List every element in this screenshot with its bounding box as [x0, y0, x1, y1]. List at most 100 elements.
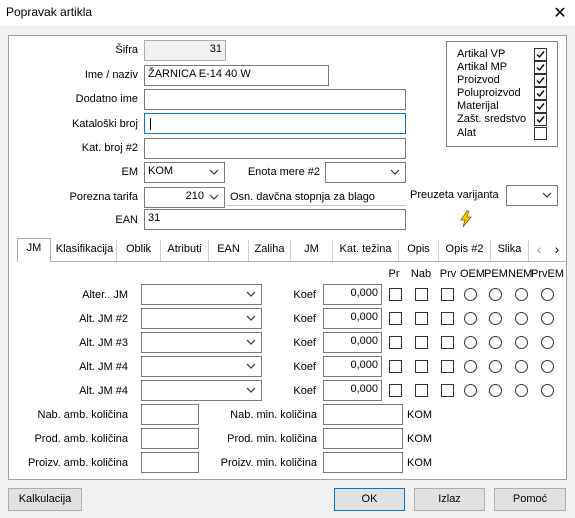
- checkbox[interactable]: [534, 87, 547, 100]
- flag-alat[interactable]: Alat: [457, 127, 547, 140]
- pem-radio[interactable]: [489, 312, 502, 325]
- tab-scroll-right-icon[interactable]: ›: [549, 240, 565, 261]
- jm-unit-select[interactable]: [141, 308, 262, 329]
- enota2-select[interactable]: [325, 162, 406, 183]
- proizv-amb-field[interactable]: [141, 452, 199, 473]
- flag-poluproizvod[interactable]: Poluproizvod: [457, 87, 547, 100]
- tab-ean[interactable]: EAN: [209, 240, 249, 261]
- nem-radio[interactable]: [515, 360, 528, 373]
- tab-kat-tezina[interactable]: Kat. težina: [333, 240, 399, 261]
- dodatno-ime-field[interactable]: [144, 89, 406, 110]
- window-title: Popravak artikla: [6, 5, 93, 19]
- nem-radio[interactable]: [515, 288, 528, 301]
- flag-zast-sredstvo[interactable]: Zašt. sredstvo: [457, 113, 547, 126]
- tab-jm[interactable]: JM: [17, 238, 51, 262]
- koef-field[interactable]: 0,000: [323, 332, 382, 353]
- pr-checkbox[interactable]: [389, 360, 402, 373]
- prod-min-field[interactable]: [323, 428, 403, 449]
- pem-radio[interactable]: [489, 360, 502, 373]
- checkbox[interactable]: [534, 100, 547, 113]
- checkbox[interactable]: [534, 127, 547, 140]
- koef-field[interactable]: 0,000: [323, 308, 382, 329]
- oem-radio[interactable]: [464, 384, 477, 397]
- pr-checkbox[interactable]: [389, 384, 402, 397]
- izlaz-button[interactable]: Izlaz: [414, 488, 485, 511]
- nem-radio[interactable]: [515, 336, 528, 349]
- pr-checkbox[interactable]: [389, 288, 402, 301]
- prvem-radio[interactable]: [541, 384, 554, 397]
- nab-amb-field[interactable]: [141, 404, 199, 425]
- tab-slika[interactable]: Slika: [491, 240, 529, 261]
- checkbox[interactable]: [534, 48, 547, 61]
- lightning-icon[interactable]: [458, 210, 474, 228]
- proizv-min-field[interactable]: [323, 452, 403, 473]
- flag-label: Artikal MP: [457, 61, 508, 73]
- pem-radio[interactable]: [489, 336, 502, 349]
- flag-artikal-vp[interactable]: Artikal VP: [457, 48, 547, 61]
- prvem-radio[interactable]: [541, 360, 554, 373]
- close-icon[interactable]: ✕: [552, 3, 568, 23]
- pem-radio[interactable]: [489, 384, 502, 397]
- koef-label: Koef: [293, 361, 316, 373]
- flag-materijal[interactable]: Materijal: [457, 100, 547, 113]
- preuzeta-select[interactable]: [506, 185, 558, 206]
- checkbox[interactable]: [534, 113, 547, 126]
- em-select[interactable]: KOM: [144, 162, 225, 183]
- nab-checkbox[interactable]: [415, 288, 428, 301]
- nab-checkbox[interactable]: [415, 336, 428, 349]
- checkbox[interactable]: [534, 74, 547, 87]
- prv-checkbox[interactable]: [441, 288, 454, 301]
- tab-zaliha[interactable]: Zaliha: [249, 240, 291, 261]
- em-label: EM: [121, 166, 139, 178]
- jm-unit-select[interactable]: [141, 356, 262, 377]
- flag-label: Alat: [457, 127, 476, 139]
- katalog-field[interactable]: [144, 113, 406, 134]
- koef-label: Koef: [293, 337, 316, 349]
- checkbox[interactable]: [534, 61, 547, 74]
- oem-radio[interactable]: [464, 336, 477, 349]
- ean-field[interactable]: 31: [144, 209, 406, 230]
- kalkulacija-button[interactable]: Kalkulacija: [8, 488, 82, 511]
- tab-scroll-left-icon[interactable]: ‹: [531, 240, 547, 261]
- jm-unit-select[interactable]: [141, 284, 262, 305]
- tab-opis-2[interactable]: Opis #2: [439, 240, 491, 261]
- tab-jm-2[interactable]: JM: [291, 240, 333, 261]
- tab-klasifikacija[interactable]: Klasifikacija: [53, 240, 117, 261]
- jm-unit-select[interactable]: [141, 332, 262, 353]
- tab-atributi[interactable]: Atributi: [161, 240, 209, 261]
- katalog2-field[interactable]: [144, 138, 406, 159]
- pr-checkbox[interactable]: [389, 336, 402, 349]
- prvem-radio[interactable]: [541, 312, 554, 325]
- koef-field[interactable]: 0,000: [323, 380, 382, 401]
- prv-checkbox[interactable]: [441, 384, 454, 397]
- prvem-radio[interactable]: [541, 336, 554, 349]
- ok-button[interactable]: OK: [334, 488, 405, 511]
- sifra-field[interactable]: 31: [144, 40, 226, 61]
- nab-checkbox[interactable]: [415, 312, 428, 325]
- koef-field[interactable]: 0,000: [323, 284, 382, 305]
- pomoc-button[interactable]: Pomoć: [494, 488, 566, 511]
- flag-artikal-mp[interactable]: Artikal MP: [457, 61, 547, 74]
- pr-checkbox[interactable]: [389, 312, 402, 325]
- prv-checkbox[interactable]: [441, 360, 454, 373]
- tab-opis[interactable]: Opis: [399, 240, 439, 261]
- tab-oblik[interactable]: Oblik: [117, 240, 161, 261]
- pem-radio[interactable]: [489, 288, 502, 301]
- prv-checkbox[interactable]: [441, 312, 454, 325]
- porez-select[interactable]: 210: [144, 187, 225, 208]
- oem-radio[interactable]: [464, 360, 477, 373]
- nem-radio[interactable]: [515, 312, 528, 325]
- nem-radio[interactable]: [515, 384, 528, 397]
- jm-unit-select[interactable]: [141, 380, 262, 401]
- koef-field[interactable]: 0,000: [323, 356, 382, 377]
- nab-checkbox[interactable]: [415, 384, 428, 397]
- oem-radio[interactable]: [464, 312, 477, 325]
- prv-checkbox[interactable]: [441, 336, 454, 349]
- ime-field[interactable]: ŽARNICA E-14 40 W: [144, 65, 329, 86]
- prvem-radio[interactable]: [541, 288, 554, 301]
- prod-amb-field[interactable]: [141, 428, 199, 449]
- oem-radio[interactable]: [464, 288, 477, 301]
- flag-proizvod[interactable]: Proizvod: [457, 74, 547, 87]
- nab-min-field[interactable]: [323, 404, 403, 425]
- nab-checkbox[interactable]: [415, 360, 428, 373]
